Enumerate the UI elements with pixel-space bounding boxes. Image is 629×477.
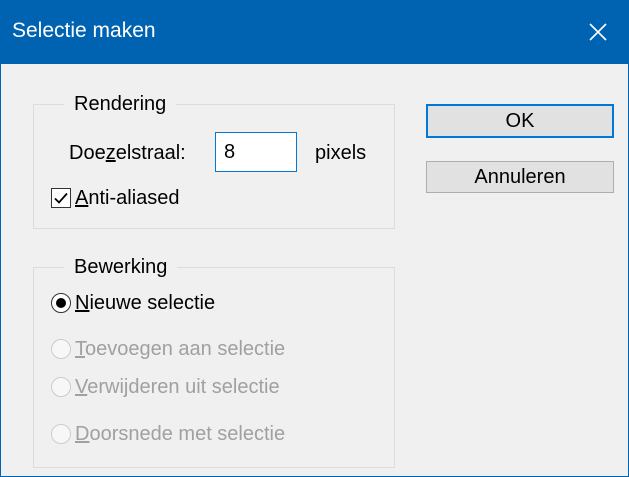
cancel-button[interactable]: Annuleren: [426, 161, 614, 193]
feather-unit-label: pixels: [315, 142, 367, 164]
title-bar: Selectie maken: [1, 1, 628, 64]
radio-selected-dot: [56, 298, 66, 308]
close-icon: [589, 23, 607, 41]
feather-label: Doezelstraal:: [69, 142, 186, 164]
close-button[interactable]: [568, 1, 628, 64]
operation-legend: Bewerking: [64, 253, 178, 281]
radio-subtract-from-selection[interactable]: [51, 377, 71, 397]
ok-button[interactable]: OK: [426, 104, 614, 138]
dialog-window: Selectie maken Rendering Doezelstraal: 8…: [0, 0, 629, 477]
radio-intersect-with-selection-label[interactable]: Doorsnede met selectie: [75, 421, 285, 447]
radio-subtract-from-selection-label[interactable]: Verwijderen uit selectie: [75, 374, 280, 400]
radio-add-to-selection[interactable]: [51, 339, 71, 359]
feather-radius-input[interactable]: 8: [215, 132, 297, 172]
dialog-content: Rendering Doezelstraal: 8 pixels Anti-al…: [1, 64, 628, 476]
radio-new-selection[interactable]: [51, 293, 71, 313]
rendering-legend: Rendering: [64, 90, 177, 118]
window-title: Selectie maken: [12, 19, 156, 42]
radio-add-to-selection-label[interactable]: Toevoegen aan selectie: [75, 336, 285, 362]
checkmark-icon: [54, 192, 68, 204]
anti-aliased-label[interactable]: Anti-aliased: [75, 185, 180, 211]
radio-new-selection-label[interactable]: Nieuwe selectie: [75, 290, 215, 316]
anti-aliased-checkbox[interactable]: [51, 188, 71, 208]
radio-intersect-with-selection[interactable]: [51, 424, 71, 444]
